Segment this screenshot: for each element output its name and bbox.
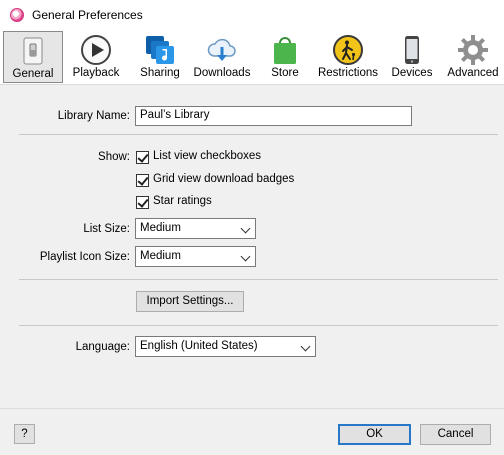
language-label: Language:	[75, 341, 130, 353]
language-select[interactable]: English (United States)	[135, 336, 316, 357]
tab-restrictions-label: Restrictions	[317, 67, 379, 79]
tab-downloads-label: Downloads	[193, 67, 251, 79]
tab-sharing[interactable]: Sharing	[131, 31, 189, 83]
language-value: English (United States)	[140, 340, 258, 352]
playlist-icon-size-label: Playlist Icon Size:	[39, 251, 130, 263]
tab-general-label: General	[12, 68, 54, 80]
tab-devices[interactable]: Devices	[386, 31, 438, 83]
switch-icon	[23, 37, 43, 65]
list-size-select[interactable]: Medium	[135, 218, 256, 239]
divider	[19, 325, 498, 326]
grid-view-download-badges-label: Grid view download badges	[153, 173, 295, 185]
star-ratings-checkbox[interactable]	[136, 196, 149, 209]
tab-devices-label: Devices	[391, 67, 433, 79]
play-icon	[81, 35, 111, 65]
library-name-label: Library Name:	[57, 110, 130, 122]
preferences-window: General Preferences General Playback Sha…	[0, 0, 504, 455]
tab-downloads[interactable]: Downloads	[192, 31, 252, 83]
tab-playback-label: Playback	[72, 67, 120, 79]
library-name-field[interactable]: Paul’s Library	[135, 106, 412, 126]
list-size-value: Medium	[140, 222, 181, 234]
tab-store-label: Store	[271, 67, 299, 79]
window-title: General Preferences	[32, 8, 143, 22]
show-label: Show:	[98, 151, 130, 163]
chevron-down-icon	[240, 223, 251, 234]
list-view-checkboxes-label: List view checkboxes	[153, 150, 262, 162]
tab-restrictions[interactable]: Restrictions	[316, 31, 380, 83]
restrictions-icon	[333, 35, 363, 65]
list-view-checkboxes-checkbox[interactable]	[136, 151, 149, 164]
sharing-icon	[146, 36, 174, 64]
title-bar[interactable]: General Preferences	[0, 0, 504, 32]
gear-icon	[458, 35, 488, 65]
tab-advanced[interactable]: Advanced	[444, 31, 502, 83]
chevron-down-icon	[300, 341, 311, 352]
ok-button[interactable]: OK	[338, 424, 411, 445]
playlist-icon-size-select[interactable]: Medium	[135, 246, 256, 267]
footer-divider	[0, 408, 504, 409]
cancel-button[interactable]: Cancel	[420, 424, 491, 445]
tab-store[interactable]: Store	[260, 31, 310, 83]
grid-view-download-badges-checkbox[interactable]	[136, 174, 149, 187]
star-ratings-label: Star ratings	[153, 195, 212, 207]
divider	[19, 134, 498, 135]
import-settings-button[interactable]: Import Settings...	[136, 291, 244, 312]
tab-sharing-label: Sharing	[140, 67, 180, 79]
help-button[interactable]: ?	[14, 424, 35, 444]
download-cloud-icon	[207, 38, 236, 61]
phone-icon	[405, 36, 419, 64]
tab-playback[interactable]: Playback	[67, 31, 125, 83]
playlist-icon-size-value: Medium	[140, 250, 181, 262]
tab-advanced-label: Advanced	[447, 67, 499, 79]
list-size-label: List Size:	[83, 223, 130, 235]
tab-general[interactable]: General	[3, 31, 63, 83]
divider	[19, 279, 498, 280]
chevron-down-icon	[240, 251, 251, 262]
itunes-app-icon	[10, 8, 24, 22]
general-pane: Library Name: Paul’s Library Show: List …	[0, 84, 504, 455]
preferences-toolbar: General Playback Sharing Downloads Store…	[0, 31, 504, 85]
store-bag-icon	[274, 37, 296, 64]
